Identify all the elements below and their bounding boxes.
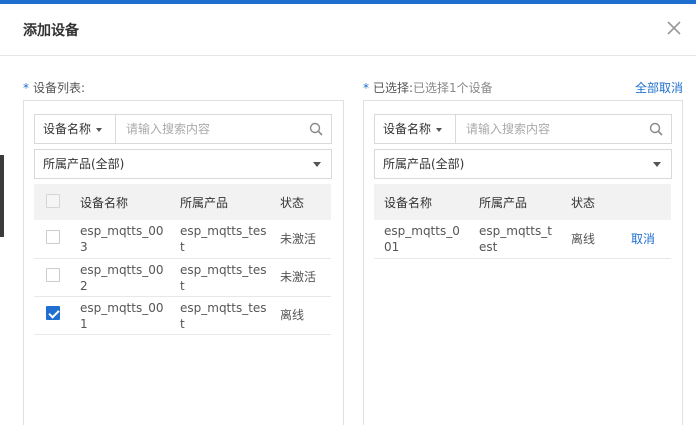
right-product-filter-value: 所属产品(全部): [383, 157, 465, 171]
row-checkbox-checked[interactable]: [46, 306, 60, 320]
device-name: esp_mqtts_001: [72, 296, 172, 335]
remove-device-link[interactable]: 取消: [621, 220, 671, 259]
left-search-box: 设备名称: [34, 114, 332, 144]
dialog-title: 添加设备: [23, 23, 79, 39]
device-product: esp_mqtts_test: [172, 220, 272, 259]
device-name: esp_mqtts_002: [72, 258, 172, 297]
close-icon[interactable]: [664, 18, 684, 38]
selected-device-product: esp_mqtts_test: [469, 220, 561, 259]
table-header-row: 设备名称 所属产品 状态: [374, 184, 671, 220]
selected-label: * 已选择:已选择1个设备: [363, 79, 493, 96]
selection-count: 已选择1个设备: [413, 81, 493, 95]
search-icon[interactable]: [649, 122, 663, 136]
right-search-field-label: 设备名称: [383, 122, 432, 136]
col-header-name: 设备名称: [374, 184, 469, 220]
selected-panel: 设备名称 所属产品(全部) 设备名称 所属产品 状态 esp_mqtts_001…: [363, 100, 683, 425]
device-name: esp_mqtts_003: [72, 220, 172, 259]
select-all-cell: [34, 184, 72, 220]
select-all-checkbox[interactable]: [46, 193, 60, 208]
row-checkbox[interactable]: [46, 268, 60, 282]
chevron-down-icon: [313, 162, 321, 167]
caret-down-icon: [96, 127, 103, 132]
row-checkbox-cell: [34, 296, 72, 335]
device-status: 未激活: [272, 220, 331, 259]
col-header-name: 设备名称: [72, 184, 172, 220]
left-search-field-select[interactable]: 设备名称: [35, 115, 116, 143]
right-search-input[interactable]: [457, 115, 637, 143]
left-search-input[interactable]: [117, 115, 297, 143]
table-header-row: 设备名称 所属产品 状态: [34, 184, 331, 220]
row-checkbox-cell: [34, 258, 72, 297]
device-list-panel: 设备名称 所属产品(全部) 设备名称 所属产品 状态 esp_mqtts_003…: [23, 100, 344, 425]
col-header-product: 所属产品: [172, 184, 272, 220]
col-header-status: 状态: [561, 184, 621, 220]
col-header-action: [621, 184, 671, 220]
right-search-field-select[interactable]: 设备名称: [375, 115, 456, 143]
row-checkbox-cell: [34, 220, 72, 259]
device-status: 离线: [272, 296, 331, 335]
left-device-table: 设备名称 所属产品 状态 esp_mqtts_003 esp_mqtts_tes…: [34, 184, 331, 335]
right-product-filter[interactable]: 所属产品(全部): [374, 149, 672, 179]
device-status: 未激活: [272, 258, 331, 297]
device-list-label: * 设备列表:: [23, 79, 85, 96]
table-row[interactable]: esp_mqtts_002 esp_mqtts_test 未激活: [34, 258, 331, 297]
clear-all-link[interactable]: 全部取消: [635, 79, 683, 96]
right-selected-table: 设备名称 所属产品 状态 esp_mqtts_001 esp_mqtts_tes…: [374, 184, 671, 259]
table-row[interactable]: esp_mqtts_001 esp_mqtts_test 离线: [34, 296, 331, 335]
left-product-filter-value: 所属产品(全部): [43, 157, 125, 171]
device-product: esp_mqtts_test: [172, 258, 272, 297]
caret-down-icon: [436, 127, 443, 132]
background-bleed: [0, 155, 4, 237]
required-mark: *: [363, 81, 369, 95]
col-header-product: 所属产品: [469, 184, 561, 220]
search-icon[interactable]: [309, 122, 323, 136]
selected-device-status: 离线: [561, 220, 621, 259]
left-product-filter[interactable]: 所属产品(全部): [34, 149, 332, 179]
row-checkbox[interactable]: [46, 229, 60, 244]
left-search-field-label: 设备名称: [43, 122, 92, 136]
col-header-status: 状态: [272, 184, 331, 220]
table-row[interactable]: esp_mqtts_003 esp_mqtts_test 未激活: [34, 220, 331, 259]
selected-device-name: esp_mqtts_001: [374, 220, 469, 259]
dialog-header: 添加设备: [0, 4, 696, 56]
required-mark: *: [23, 81, 29, 95]
device-product: esp_mqtts_test: [172, 296, 272, 335]
right-search-box: 设备名称: [374, 114, 672, 144]
selected-label-text: 已选择:: [373, 81, 414, 95]
device-list-label-text: 设备列表:: [33, 81, 86, 95]
chevron-down-icon: [653, 162, 661, 167]
table-row: esp_mqtts_001 esp_mqtts_test 离线 取消: [374, 220, 671, 259]
